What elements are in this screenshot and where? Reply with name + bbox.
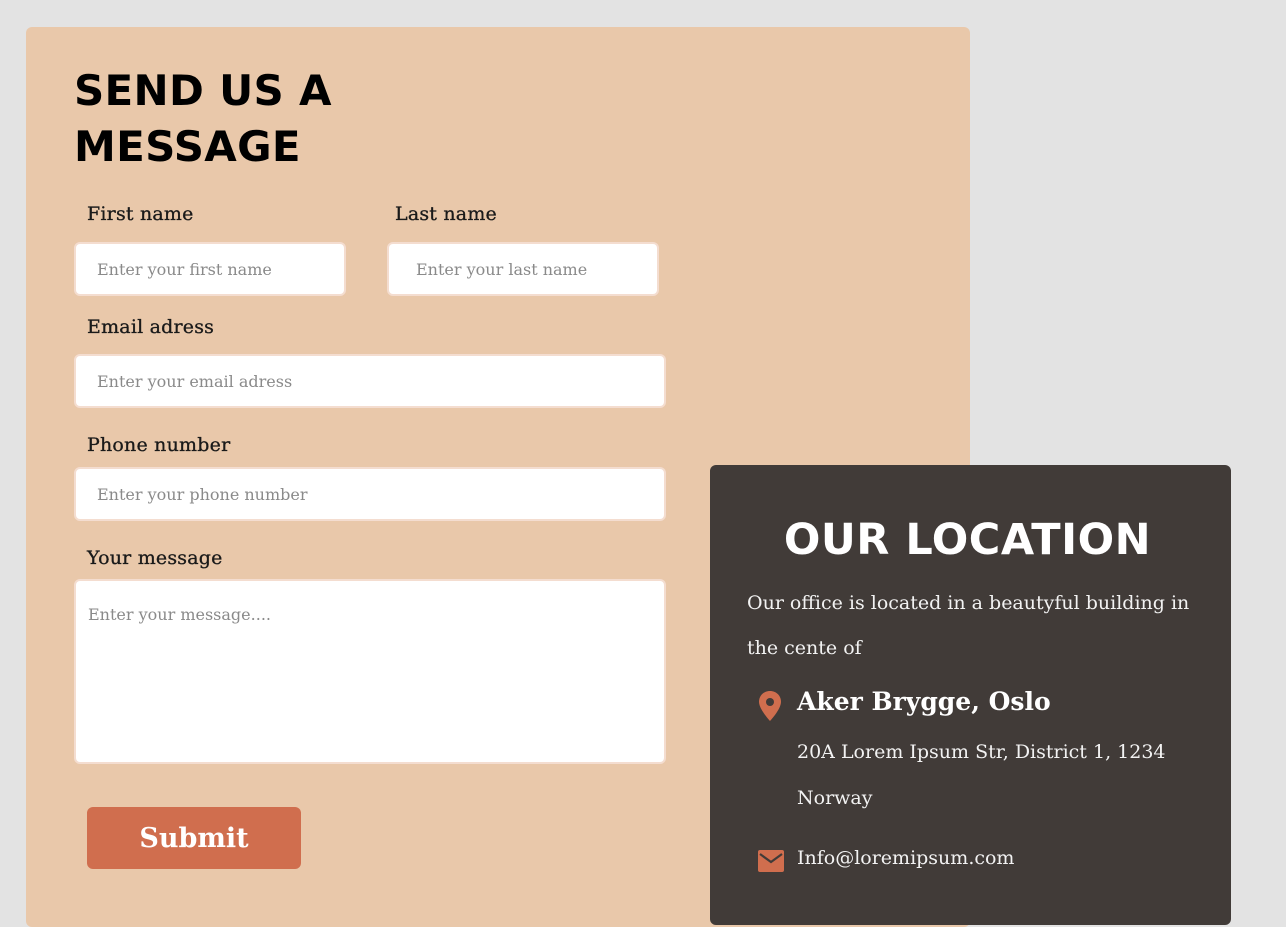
location-description: Our office is located in a beautyful bui… — [747, 592, 1190, 659]
location-place-name: Aker Brygge, Oslo — [797, 687, 1051, 716]
message-textarea[interactable] — [74, 579, 666, 764]
phone-label: Phone number — [87, 434, 231, 456]
email-input[interactable] — [74, 354, 666, 408]
first-name-input[interactable] — [74, 242, 346, 296]
message-label: Your message — [87, 547, 223, 569]
envelope-icon — [758, 850, 784, 872]
first-name-label: First name — [87, 203, 194, 225]
last-name-label: Last name — [395, 203, 497, 225]
form-title: SEND US A MESSAGE — [74, 66, 332, 171]
location-card: OUR LOCATION Our office is located in a … — [710, 465, 1231, 925]
map-pin-icon — [759, 691, 781, 721]
location-email-link[interactable]: Info@loremipsum.com — [797, 847, 1014, 869]
submit-button[interactable]: Submit — [87, 807, 301, 869]
last-name-input[interactable] — [387, 242, 659, 296]
email-label: Email adress — [87, 316, 215, 338]
location-title: OUR LOCATION — [783, 515, 1152, 565]
phone-input[interactable] — [74, 467, 666, 521]
location-address: 20A Lorem Ipsum Str, District 1, 1234 No… — [797, 741, 1166, 809]
